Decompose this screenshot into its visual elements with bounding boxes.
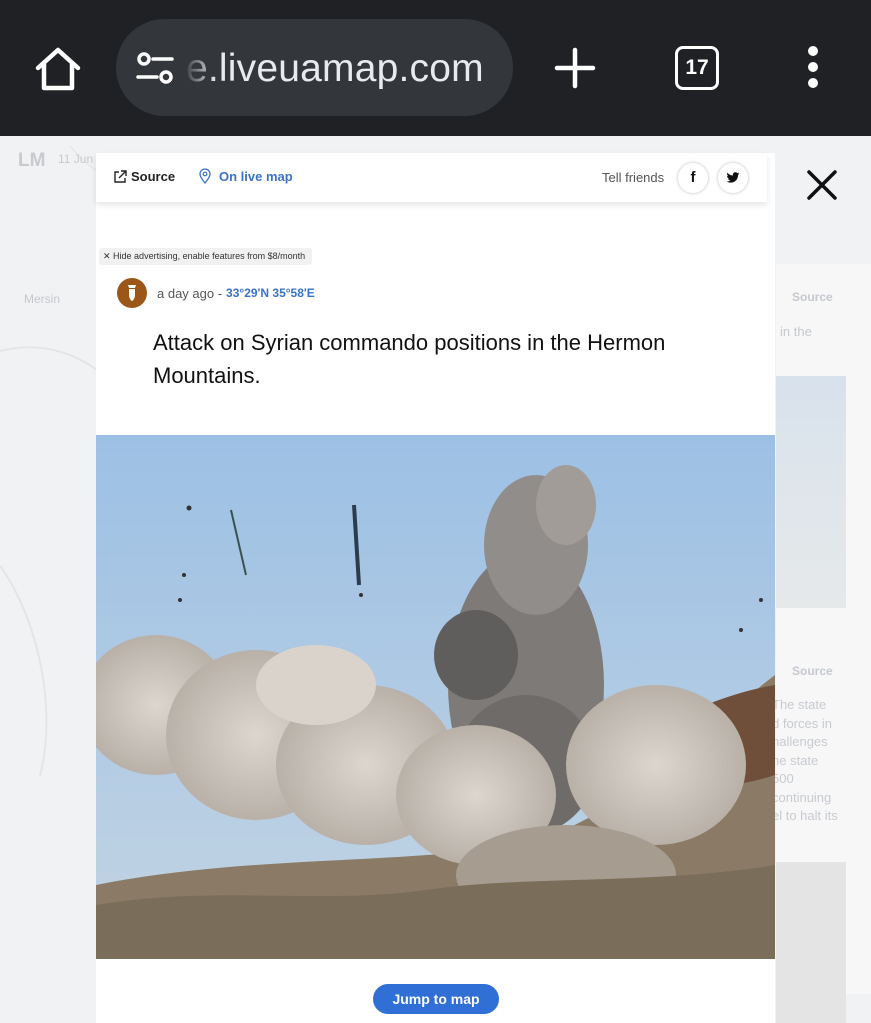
feed-image [776, 376, 846, 608]
coordinates-link[interactable]: 33°29'N 35°58'E [226, 286, 315, 300]
home-icon[interactable] [30, 44, 86, 94]
twitter-bird-icon [726, 172, 740, 183]
map-pin-icon [199, 168, 211, 184]
feed-source-link: Source [792, 290, 833, 304]
category-icon [117, 278, 147, 308]
feed-text-line: he state [772, 752, 819, 768]
on-live-map-label: On live map [219, 168, 293, 184]
event-meta: a day ago - 33°29'N 35°58'E [117, 278, 315, 308]
tab-switcher-icon[interactable]: 17 [675, 46, 719, 90]
feed-text: The state d forces in hallenges he state… [772, 696, 852, 826]
tell-friends-label: Tell friends [602, 170, 665, 185]
source-button[interactable]: Source [113, 169, 175, 184]
feed-text-line: 500 [772, 771, 794, 786]
feed-image [776, 862, 846, 1023]
feed-text-line: el to halt its [772, 808, 838, 823]
new-tab-plus-icon[interactable] [553, 46, 597, 90]
event-modal: Source On live map Tell friends f ✕ Hide… [96, 153, 775, 1023]
modal-toolbar: Source On live map Tell friends f [96, 153, 767, 202]
map-city-label: Mersin [24, 292, 61, 306]
url-fade [176, 19, 216, 116]
browser-toolbar: e.liveuamap.com 17 [0, 0, 871, 136]
date-label: 11 Jun [58, 152, 94, 166]
more-vert-icon[interactable] [803, 46, 823, 90]
feed-source-link: Source [792, 664, 833, 678]
tab-count: 17 [685, 56, 709, 79]
facebook-share-button[interactable]: f [678, 163, 708, 193]
facebook-icon: f [690, 169, 696, 186]
feed-text-line: continuing [772, 789, 832, 805]
event-title: Attack on Syrian commando positions in t… [153, 330, 666, 388]
on-live-map-button[interactable]: On live map [199, 168, 293, 184]
feed-snippet: in the [780, 324, 812, 339]
source-label: Source [131, 169, 176, 184]
bomb-icon [128, 285, 136, 301]
time-ago: a day ago - [157, 285, 223, 301]
feed-text-line: The state [772, 697, 827, 712]
address-bar[interactable]: e.liveuamap.com [116, 19, 513, 116]
site-logo: LM [18, 150, 46, 171]
jump-to-map-button[interactable]: Jump to map [373, 984, 499, 1014]
url-text: e.liveuamap.com [186, 47, 484, 90]
tune-icon[interactable] [136, 49, 174, 87]
feed-text-line: d forces in [772, 715, 832, 731]
twitter-share-button[interactable] [718, 163, 748, 193]
feed-text-line: hallenges [772, 734, 828, 749]
external-link-icon [114, 169, 127, 183]
event-photo [96, 435, 775, 959]
close-icon[interactable] [805, 168, 839, 202]
hide-ads-note[interactable]: ✕ Hide advertising, enable features from… [99, 248, 313, 265]
